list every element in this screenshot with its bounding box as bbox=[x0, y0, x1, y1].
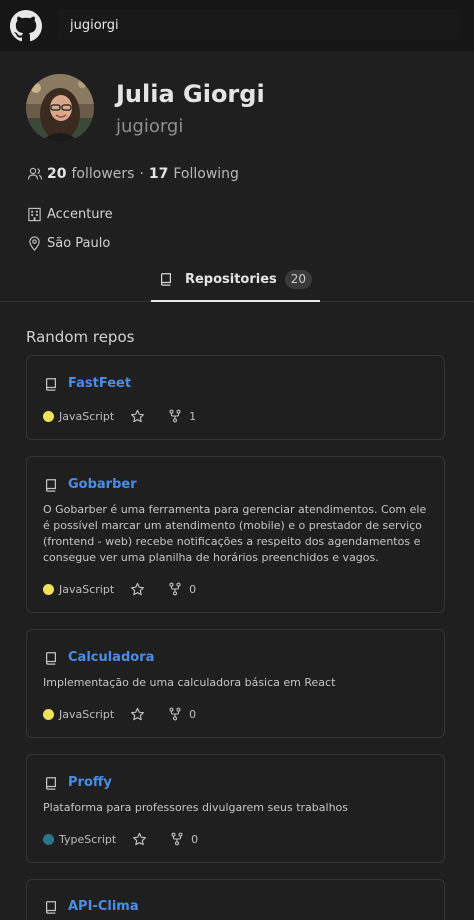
following-label[interactable]: Following bbox=[173, 166, 239, 182]
profile-name: Julia Giorgi bbox=[116, 80, 265, 108]
organization-icon bbox=[28, 207, 41, 221]
star-icon[interactable] bbox=[130, 707, 145, 722]
repo-language: TypeScript bbox=[59, 832, 117, 846]
fork-count: 0 bbox=[191, 832, 199, 846]
fork-icon[interactable] bbox=[168, 582, 182, 596]
repo-description: Plataforma para professores divulgarem s… bbox=[43, 801, 348, 814]
repo-header: Calculadora bbox=[44, 650, 154, 665]
followers-label[interactable]: followers bbox=[71, 166, 134, 182]
tab-repositories-label: Repositories bbox=[184, 271, 277, 287]
repo-icon bbox=[46, 651, 56, 665]
repo-name-link[interactable]: API-Clima bbox=[68, 899, 139, 914]
fork-icon[interactable] bbox=[170, 832, 184, 846]
fork-count: 0 bbox=[189, 707, 197, 721]
repo-icon bbox=[46, 377, 56, 391]
people-icon bbox=[27, 167, 43, 180]
fork-icon[interactable] bbox=[168, 707, 182, 721]
repo-meta: JavaScript 1 bbox=[43, 408, 196, 424]
repo-name-link[interactable]: Calculadora bbox=[68, 650, 154, 665]
repo-language: JavaScript bbox=[59, 707, 115, 721]
location-row: São Paulo bbox=[27, 233, 110, 253]
language-color-dot bbox=[43, 708, 54, 720]
repo-header: Gobarber bbox=[44, 477, 137, 492]
repo-icon bbox=[46, 776, 56, 790]
repo-card: Proffy Plataforma para professores divul… bbox=[26, 754, 445, 863]
avatar bbox=[26, 74, 94, 142]
repo-name-link[interactable]: Proffy bbox=[68, 775, 112, 790]
fork-count: 1 bbox=[189, 409, 197, 423]
tab-repositories[interactable]: Repositories 20 bbox=[151, 264, 320, 302]
location-pin-icon bbox=[29, 235, 40, 251]
fork-count: 0 bbox=[189, 582, 197, 596]
star-icon[interactable] bbox=[130, 582, 145, 597]
repo-description: Implementação de uma calculadora básica … bbox=[43, 676, 336, 689]
fork-icon[interactable] bbox=[168, 409, 182, 423]
repo-card: API-Clima bbox=[26, 879, 445, 920]
follow-separator: · bbox=[139, 166, 144, 182]
company-row: Accenture bbox=[27, 204, 113, 224]
location-name: São Paulo bbox=[47, 235, 111, 251]
repo-language: JavaScript bbox=[59, 409, 115, 423]
repo-header: FastFeet bbox=[44, 376, 131, 391]
followers-count[interactable]: 20 bbox=[47, 166, 66, 182]
repo-icon bbox=[46, 478, 56, 492]
language-color-dot bbox=[43, 410, 54, 422]
language-color-dot bbox=[43, 833, 54, 845]
language-color-dot bbox=[43, 583, 54, 595]
followers-row: 20 followers · 17 Following bbox=[27, 164, 239, 184]
repo-meta: JavaScript 0 bbox=[43, 581, 196, 597]
repo-icon bbox=[46, 900, 56, 914]
repo-name-link[interactable]: FastFeet bbox=[68, 376, 131, 391]
repo-description: O Gobarber é uma ferramenta para gerenci… bbox=[43, 503, 427, 564]
star-icon[interactable] bbox=[132, 832, 147, 847]
following-count[interactable]: 17 bbox=[149, 166, 168, 182]
repo-card: Gobarber O Gobarber é uma ferramenta par… bbox=[26, 456, 445, 613]
github-logo-icon[interactable] bbox=[10, 10, 42, 42]
repo-header: Proffy bbox=[44, 775, 112, 790]
repositories-counter: 20 bbox=[284, 269, 313, 289]
top-bar bbox=[0, 0, 474, 51]
repo-card: FastFeet JavaScript 1 bbox=[26, 355, 445, 440]
repo-language: JavaScript bbox=[59, 582, 115, 596]
repo-name-link[interactable]: Gobarber bbox=[68, 477, 137, 492]
section-title: Random repos bbox=[26, 328, 135, 346]
repo-meta: JavaScript 0 bbox=[43, 706, 196, 722]
search-box[interactable] bbox=[57, 10, 460, 40]
company-name: Accenture bbox=[47, 206, 113, 222]
profile-login: jugiorgi bbox=[116, 116, 184, 137]
repo-icon bbox=[160, 273, 171, 286]
search-input[interactable] bbox=[57, 10, 460, 40]
star-icon[interactable] bbox=[130, 409, 145, 424]
repo-header: API-Clima bbox=[44, 899, 139, 914]
repo-meta: TypeScript 0 bbox=[43, 831, 198, 847]
repo-card: Calculadora Implementação de uma calcula… bbox=[26, 629, 445, 738]
